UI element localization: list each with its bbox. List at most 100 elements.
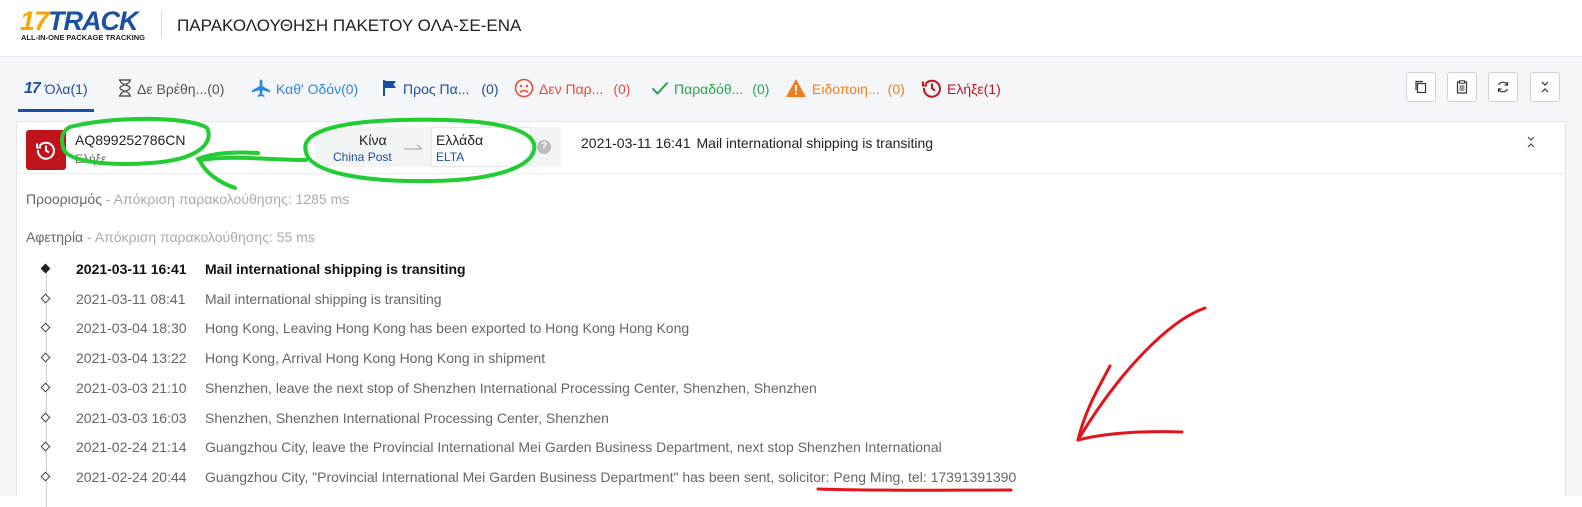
- event-description: Hong Kong, Leaving Hong Kong has been ex…: [205, 320, 690, 336]
- paste-icon: [1456, 80, 1468, 94]
- tab-delivered[interactable]: Παραδόθ... (0): [651, 77, 769, 101]
- event-description: Hong Kong, Arrival Hong Kong Hong Kong i…: [205, 350, 546, 366]
- tab-pickup-count: (0): [481, 81, 499, 97]
- tab-delivered-label: Παραδόθ...: [674, 81, 744, 97]
- top-header: 17TRACK ALL-IN-ONE PACKAGE TRACKING ΠΑΡΑ…: [0, 0, 1582, 57]
- latest-event: 2021-03-11 16:41 Mail international shipp…: [581, 135, 933, 151]
- tab-delivered-count: (0): [752, 81, 770, 97]
- logo-tagline: ALL-IN-ONE PACKAGE TRACKING: [21, 33, 146, 42]
- logo-word: TRACK: [48, 6, 138, 36]
- tab-alert-count: (0): [887, 81, 905, 97]
- content-area: 17 Όλα(1) Δε Βρέθη...(0) Καθ' Οδόν(0) Πρ…: [0, 57, 1582, 507]
- timeline-event: 2021-03-11 16:41 Mail international shipp…: [17, 261, 1557, 283]
- tab-not-found[interactable]: Δε Βρέθη...(0): [118, 77, 224, 101]
- timeline-dot-icon: [40, 352, 51, 363]
- timeline-event: 2021-03-04 18:30 Hong Kong, Leaving Hong …: [17, 320, 1557, 342]
- tab-in-transit[interactable]: Καθ' Οδόν(0): [251, 77, 358, 101]
- event-description: Shenzhen, Shenzhen International Process…: [205, 410, 609, 426]
- collapse-all-button[interactable]: [1530, 72, 1560, 102]
- refresh-button[interactable]: [1488, 72, 1518, 102]
- tab-alert-label: Ειδοποιη...: [812, 81, 880, 97]
- timeline-dot-icon: [40, 322, 51, 333]
- timeline-event: 2021-02-24 21:14 Guangzhou City, leave th…: [17, 439, 1557, 461]
- collapse-card-button[interactable]: [1525, 135, 1537, 154]
- active-tab-indicator: [18, 109, 94, 112]
- tracking-status: Ελήξε: [75, 152, 107, 166]
- history-icon: [922, 78, 942, 101]
- origin-response-time: - Απόκριση παρακολούθησης: 55 ms: [87, 229, 315, 245]
- latest-event-desc: Mail international shipping is transitin…: [696, 135, 934, 151]
- flag-icon: [382, 79, 398, 100]
- status-tabbar: 17 Όλα(1) Δε Βρέθη...(0) Καθ' Οδόν(0) Πρ…: [0, 57, 1582, 121]
- event-description: Shenzhen, leave the next stop of Shenzhe…: [205, 380, 817, 396]
- destination-response-time: - Απόκριση παρακολούθησης: 1285 ms: [105, 191, 350, 207]
- event-time: 2021-03-04 13:22: [76, 350, 187, 366]
- collapse-all-icon: [1541, 81, 1549, 93]
- tab-not-found-label: Δε Βρέθη...(0): [137, 81, 225, 97]
- destination-section-header[interactable]: Προορισμός - Απόκριση παρακολούθησης: 12…: [26, 191, 349, 207]
- copy-button[interactable]: [1406, 72, 1436, 102]
- refresh-icon: [1497, 81, 1509, 93]
- tracking-card: AQ899252786CN Ελήξε Κίνα China Post Ελλά…: [16, 121, 1566, 507]
- logo-number: 17: [20, 6, 49, 36]
- event-time: 2021-03-04 18:30: [76, 320, 187, 336]
- tab-in-transit-label: Καθ' Οδόν(0): [276, 81, 359, 97]
- hourglass-icon: [118, 78, 132, 100]
- tracking-number[interactable]: AQ899252786CN: [75, 132, 186, 148]
- event-time: 2021-03-11 16:41: [76, 261, 187, 277]
- timeline-event: 2021-03-03 16:03 Shenzhen, Shenzhen Inter…: [17, 410, 1557, 432]
- event-description: Mail international shipping is transitin…: [205, 261, 466, 277]
- origin-section-header[interactable]: Αφετηρία - Απόκριση παρακολούθησης: 55 m…: [26, 229, 315, 245]
- event-time: 2021-02-24 21:14: [76, 439, 187, 455]
- sad-face-icon: [514, 78, 534, 101]
- tab-all[interactable]: 17 Όλα(1): [24, 77, 88, 101]
- timeline-dot-icon: [40, 382, 51, 393]
- tab-expired-label: Ελήξε(1): [947, 81, 1001, 97]
- tab-alert[interactable]: Ειδοποιη... (0): [785, 77, 905, 101]
- timeline-dot-icon: [40, 412, 51, 423]
- chevron-collapse-icon: [1527, 136, 1535, 148]
- help-icon[interactable]: ?: [537, 140, 551, 154]
- timeline-dot-icon: [40, 471, 51, 482]
- timeline-event: 2021-02-24 20:44 Guangzhou City, "Provinc…: [17, 469, 1557, 491]
- event-time: 2021-03-11 08:41: [76, 291, 186, 307]
- tab-undelivered[interactable]: Δεν Παρ... (0): [514, 77, 630, 101]
- tab-expired[interactable]: Ελήξε(1): [922, 77, 1001, 101]
- timeline-dot-icon: [40, 263, 51, 274]
- destination-carrier-link[interactable]: ELTA: [436, 150, 464, 164]
- event-description: Guangzhou City, leave the Provincial Int…: [205, 439, 942, 455]
- origin-country: Κίνα: [359, 132, 387, 148]
- check-icon: [651, 80, 669, 99]
- warning-icon: [785, 78, 807, 101]
- 17track-icon: 17: [24, 80, 41, 97]
- origin-section-label: Αφετηρία: [26, 229, 84, 245]
- tab-pickup-label: Προς Πα...: [403, 81, 470, 97]
- destination-section-label: Προορισμός: [26, 191, 102, 207]
- tab-all-label: Όλα(1): [44, 81, 88, 97]
- timeline-event: 2021-03-04 13:22 Hong Kong, Arrival Hong …: [17, 350, 1557, 372]
- origin-carrier-link[interactable]: China Post: [333, 150, 392, 164]
- event-time: 2021-02-24 20:44: [76, 469, 187, 485]
- header-divider: [161, 12, 162, 38]
- event-time: 2021-03-03 21:10: [76, 380, 187, 396]
- paste-button[interactable]: [1447, 72, 1477, 102]
- 17track-logo[interactable]: 17TRACK ALL-IN-ONE PACKAGE TRACKING: [20, 6, 150, 46]
- event-description: Guangzhou City, "Provincial Internationa…: [205, 469, 1017, 485]
- timeline-dot-icon: [40, 441, 51, 452]
- timeline-event: 2021-03-11 08:41 Mail international shipp…: [17, 291, 1557, 313]
- tab-undelivered-count: (0): [613, 81, 631, 97]
- event-description: Mail international shipping is transitin…: [205, 291, 442, 307]
- history-icon: [36, 141, 55, 160]
- timeline-event: 2021-03-03 21:10 Shenzhen, leave the next…: [17, 380, 1557, 402]
- tab-pickup[interactable]: Προς Πα... (0): [382, 77, 499, 101]
- event-time: 2021-03-03 16:03: [76, 410, 187, 426]
- tab-undelivered-label: Δεν Παρ...: [539, 81, 604, 97]
- airplane-icon: [251, 79, 271, 100]
- destination-box[interactable]: Ελλάδα ELTA: [431, 127, 531, 167]
- latest-event-time: 2021-03-11 16:41: [581, 135, 691, 151]
- page-title: ΠΑΡΑΚΟΛΟΥΘΗΣΗ ΠΑΚΕΤΟΥ ΟΛΑ-ΣΕ-ΕΝΑ: [177, 16, 522, 35]
- timeline-dot-icon: [40, 293, 51, 304]
- tracking-card-header[interactable]: AQ899252786CN Ελήξε Κίνα China Post Ελλά…: [17, 122, 1565, 174]
- route-info: Κίνα China Post Ελλάδα ELTA ?: [315, 127, 561, 167]
- copy-icon: [1415, 80, 1427, 94]
